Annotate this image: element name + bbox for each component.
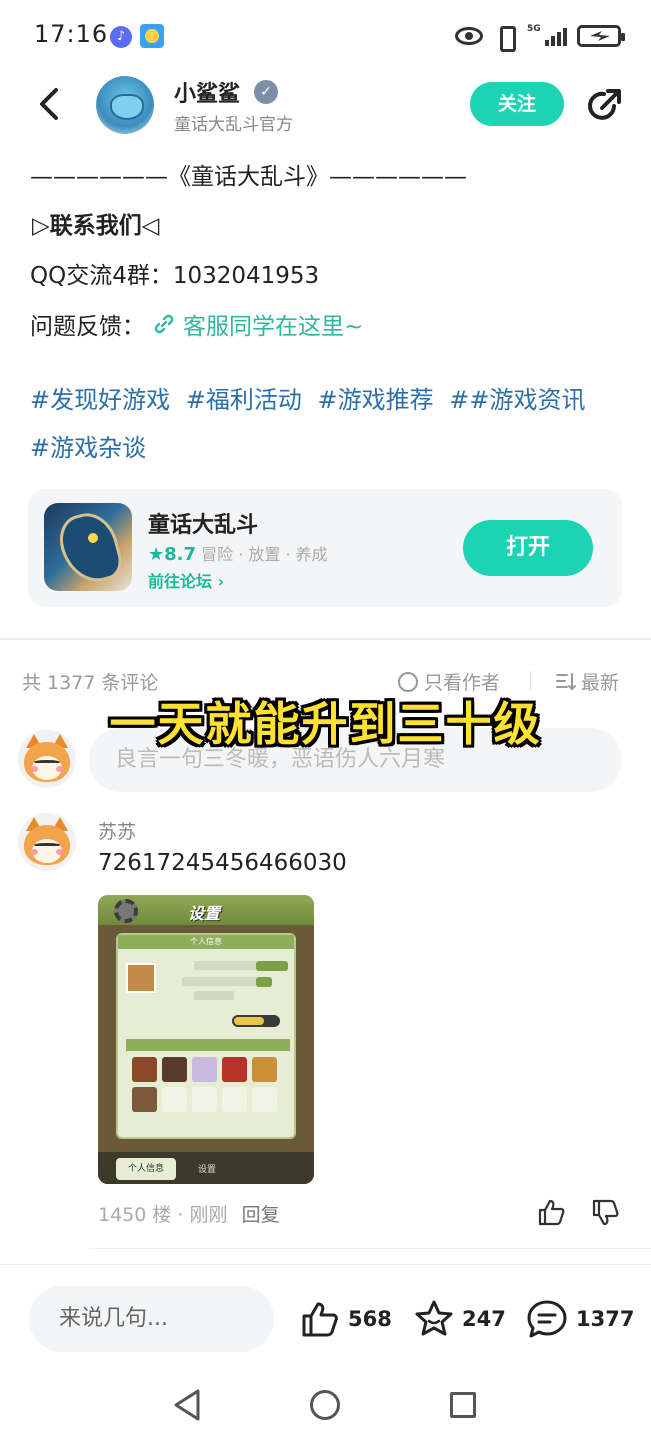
open-game-button[interactable]: 打开	[463, 520, 593, 576]
thumbs-down-icon[interactable]	[590, 1198, 620, 1228]
section-divider	[0, 638, 651, 640]
system-nav-bar	[0, 1374, 651, 1440]
author-name[interactable]: 小鲨鲨	[174, 76, 240, 108]
comment-footer: 1450 楼 · 刚刚 回复	[98, 1200, 280, 1227]
status-bar: 17:16 ♪ 5G	[0, 0, 651, 72]
like-button[interactable]: 568	[300, 1297, 392, 1341]
gear-icon	[114, 899, 138, 923]
follow-button[interactable]: 关注	[470, 82, 564, 126]
like-count: 568	[348, 1307, 392, 1331]
commenter-avatar[interactable]	[18, 813, 76, 871]
star-icon	[415, 1300, 453, 1336]
customer-service-link[interactable]: 客服同学在这里~	[153, 307, 363, 341]
game-score: ★8.7	[148, 544, 197, 565]
share-icon[interactable]	[584, 86, 624, 126]
qq-group-text: QQ交流4群：1032041953	[30, 263, 320, 289]
game-name: 童话大乱斗	[148, 513, 259, 538]
image-tab-settings: 设置	[198, 1165, 217, 1175]
game-genres: 冒险 · 放置 · 养成	[201, 545, 328, 564]
feedback-label: 问题反馈：	[30, 314, 145, 340]
reply-button[interactable]: 回复	[242, 1204, 280, 1226]
comments-count: 1377	[576, 1307, 635, 1331]
vibrate-icon	[493, 24, 517, 52]
contact-heading: ▷联系我们◁	[32, 213, 160, 239]
signal-icon: 5G	[527, 24, 567, 48]
game-meta: ★8.7 冒险 · 放置 · 养成	[148, 541, 328, 565]
video-caption-overlay: 一天就能升到三十级	[109, 697, 542, 751]
comment-image[interactable]: 设置 个人信息 个人信息 设置	[98, 895, 314, 1184]
image-panel-header: 个人信息	[118, 935, 294, 949]
music-app-icon: ♪	[110, 26, 132, 48]
status-time: 17:16	[34, 20, 109, 48]
favorite-count: 247	[462, 1307, 506, 1331]
comment-divider	[90, 1248, 651, 1249]
verified-badge-icon: ✓	[254, 80, 278, 104]
feedback-line: 问题反馈： 客服同学在这里~	[30, 307, 363, 341]
eye-comfort-icon	[455, 27, 483, 45]
like-icon	[302, 1302, 338, 1337]
author-subtitle: 童话大乱斗官方	[174, 115, 293, 135]
link-icon	[154, 314, 174, 334]
image-title: 设置	[188, 904, 221, 923]
game-icon[interactable]	[44, 503, 132, 591]
network-type: 5G	[527, 24, 541, 34]
customer-service-link-label[interactable]: 客服同学在这里~	[183, 307, 363, 341]
game-forum-link[interactable]: 前往论坛 ›	[148, 568, 224, 592]
thumbs-up-icon[interactable]	[536, 1197, 566, 1227]
tag-welfare-activity[interactable]: #福利活动	[186, 386, 302, 414]
tag-discover-games[interactable]: #发现好游戏	[30, 386, 170, 414]
back-icon[interactable]	[32, 86, 68, 122]
status-icons: 5G	[455, 22, 625, 52]
bottom-action-bar: 来说几句... 568 247 1377	[0, 1264, 651, 1374]
tag-game-recommend[interactable]: #游戏推荐	[318, 386, 434, 414]
post-header: 小鲨鲨 ✓ 童话大乱斗官方 关注	[0, 72, 651, 142]
tag-game-chat[interactable]: #游戏杂谈	[30, 434, 146, 462]
commenter-name[interactable]: 苏苏	[98, 817, 136, 844]
battery-charging-icon	[577, 25, 625, 47]
weather-app-icon	[140, 24, 164, 48]
nav-back-icon[interactable]	[172, 1388, 202, 1426]
image-tab-profile: 个人信息	[116, 1158, 176, 1180]
tag-game-news[interactable]: ##游戏资讯	[449, 386, 585, 414]
nav-home-icon[interactable]	[310, 1390, 340, 1420]
nav-recents-icon[interactable]	[450, 1392, 476, 1418]
author-avatar[interactable]	[96, 76, 154, 134]
game-card[interactable]: 童话大乱斗 ★8.7 冒险 · 放置 · 养成 前往论坛 › 打开	[28, 489, 622, 607]
comment-text: 72617245456466030	[98, 850, 347, 876]
comment-bubble-icon	[527, 1300, 567, 1338]
post-tags: #发现好游戏 #福利活动 #游戏推荐 ##游戏资讯 #游戏杂谈	[30, 376, 630, 472]
comments-button[interactable]: 1377	[526, 1297, 634, 1341]
favorite-button[interactable]: 247	[414, 1297, 506, 1341]
bottom-comment-input[interactable]: 来说几句...	[29, 1286, 274, 1352]
comment-floor: 1450 楼 · 刚刚	[98, 1204, 228, 1226]
post-title-divider: ——————《童话大乱斗》——————	[30, 164, 467, 190]
